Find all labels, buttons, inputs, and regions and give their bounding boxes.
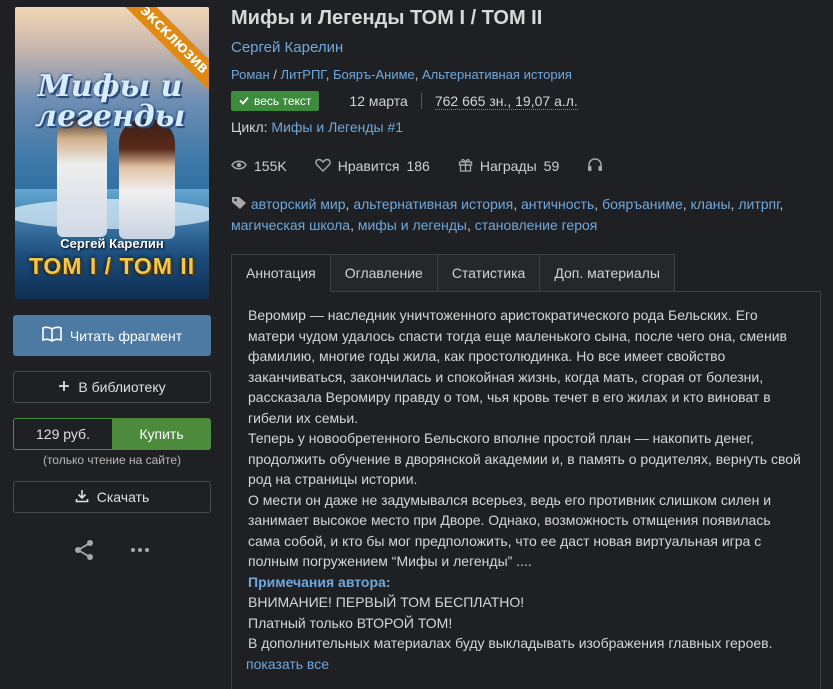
buy-group: 129 руб. Купить	[13, 418, 211, 450]
annotation-paragraph: О мести он даже не задумывался всерьез, …	[248, 491, 772, 570]
tag-separator: ,	[779, 196, 784, 212]
add-to-library-label: В библиотеку	[78, 379, 166, 395]
book-cover[interactable]: Мифы и легенды ЭКСКЛЮЗИВ Сергей Карелин …	[15, 7, 209, 299]
left-column: Мифы и легенды ЭКСКЛЮЗИВ Сергей Карелин …	[13, 7, 211, 561]
annotation-paragraph: Веромир — наследник уничтоженного аристо…	[248, 307, 787, 426]
genre-separator: ,	[325, 67, 333, 82]
author-link[interactable]: Сергей Карелин	[231, 39, 343, 56]
tab-extra-materials[interactable]: Доп. материалы	[540, 254, 675, 292]
plus-icon	[58, 379, 70, 395]
genre-separator: ,	[414, 67, 422, 82]
check-icon	[239, 94, 249, 108]
cover-author-art: Сергей Карелин	[60, 236, 164, 251]
meta-row: весь текст 12 марта 762 665 зн., 19,07 а…	[231, 91, 821, 111]
annotation-paragraph: Теперь у новообретенного Бельского вполн…	[248, 430, 801, 487]
tag-separator: ,	[466, 217, 475, 233]
add-to-library-button[interactable]: В библиотеку	[13, 371, 211, 403]
price-label: 129 руб.	[13, 418, 112, 450]
genre-link[interactable]: ЛитРПГ	[281, 67, 326, 82]
stats-row: 155K Нравится 186 Награды 59	[231, 156, 821, 176]
book-title: Мифы и Легенды ТОМ I / ТОМ II	[231, 7, 543, 29]
cover-hero-figure	[57, 117, 107, 237]
cover-volume-art: ТОМ I / ТОМ II	[28, 253, 196, 279]
cycle-label: Цикл:	[231, 119, 268, 135]
status-badge-label: весь текст	[254, 94, 312, 108]
download-label: Скачать	[96, 489, 150, 505]
author-note: ВНИМАНИЕ! ПЕРВЫЙ ТОМ БЕСПЛАТНО!	[248, 594, 525, 610]
buy-note: (только чтение на сайте)	[42, 453, 182, 467]
audio-stat[interactable]	[587, 157, 603, 175]
book-open-icon	[42, 326, 62, 345]
tag-link[interactable]: авторский мир	[251, 196, 346, 212]
author-note: В дополнительных материалах буду выклады…	[248, 635, 773, 651]
tag-link[interactable]: магическая школа	[231, 217, 350, 233]
likes-stat[interactable]: Нравится 186	[314, 158, 430, 175]
tag-link[interactable]: альтернативная история	[353, 196, 513, 212]
content-tabs: Аннотация Оглавление Статистика Доп. мат…	[231, 254, 821, 292]
genre-link[interactable]: Роман	[231, 67, 270, 82]
awards-label: Награды	[479, 158, 537, 174]
tag-link[interactable]: мифы и легенды	[358, 217, 467, 233]
cycle-row: Цикл: Мифы и Легенды #1	[231, 118, 821, 136]
buy-button[interactable]: Купить	[112, 418, 211, 450]
tags-row: авторский мир, альтернативная история, а…	[231, 194, 821, 236]
cover-wave	[15, 199, 209, 229]
author-note: Платный только ВТОРОЙ ТОМ!	[248, 614, 453, 631]
awards-count: 59	[543, 158, 560, 174]
eye-icon	[231, 158, 247, 174]
likes-label: Нравится	[337, 158, 400, 174]
tag-link[interactable]: античность	[521, 196, 594, 212]
genre-link[interactable]: Бояръ-Аниме	[333, 67, 415, 82]
genres-row: Роман / ЛитРПГ, Бояръ-Аниме, Альтернатив…	[231, 66, 821, 83]
views-stat: 155K	[231, 158, 287, 174]
more-options-icon[interactable]	[129, 539, 151, 561]
awards-stat[interactable]: Награды 59	[458, 157, 559, 175]
tag-link[interactable]: кланы	[691, 196, 731, 212]
genre-link[interactable]: Альтернативная история	[422, 67, 572, 82]
annotation-panel: Веромир — наследник уничтоженного аристо…	[231, 291, 821, 689]
show-all-link[interactable]: показать все	[246, 654, 804, 675]
download-button[interactable]: Скачать	[13, 481, 211, 513]
download-icon	[75, 489, 89, 506]
tag-link[interactable]: становление героя	[475, 217, 598, 233]
book-size: 762 665 зн., 19,07 а.л.	[434, 92, 578, 110]
tag-separator: ,	[350, 217, 358, 233]
read-fragment-button[interactable]: Читать фрагмент	[13, 315, 211, 356]
tag-link[interactable]: литрпг	[738, 196, 779, 212]
tab-contents[interactable]: Оглавление	[330, 254, 438, 292]
book-info: Мифы и Легенды ТОМ I / ТОМ II Сергей Кар…	[231, 7, 821, 689]
heart-icon	[314, 158, 331, 175]
genre-separator: /	[269, 67, 281, 82]
tag-icon	[231, 196, 251, 212]
share-icon[interactable]	[73, 539, 95, 561]
headphones-icon	[587, 157, 603, 175]
gift-icon	[458, 157, 473, 175]
tab-statistics[interactable]: Статистика	[437, 254, 541, 292]
views-count: 155K	[254, 158, 287, 174]
author-row: Сергей Карелин	[231, 39, 821, 57]
tag-separator: ,	[594, 196, 603, 212]
tag-separator: ,	[682, 196, 691, 212]
share-row	[13, 539, 211, 561]
status-badge: весь текст	[231, 91, 320, 111]
likes-count: 186	[406, 158, 430, 174]
tab-annotation[interactable]: Аннотация	[231, 254, 331, 292]
cycle-link[interactable]: Мифы и Легенды #1	[271, 119, 403, 135]
read-fragment-label: Читать фрагмент	[69, 327, 183, 344]
tag-separator: ,	[513, 196, 521, 212]
cover-heroine-figure	[119, 119, 175, 239]
publish-date: 12 марта	[349, 93, 422, 109]
cover-title-art: Мифы и легенды	[35, 69, 186, 134]
tag-link[interactable]: бояръаниме	[602, 196, 683, 212]
author-notes-title: Примечания автора:	[248, 573, 391, 590]
